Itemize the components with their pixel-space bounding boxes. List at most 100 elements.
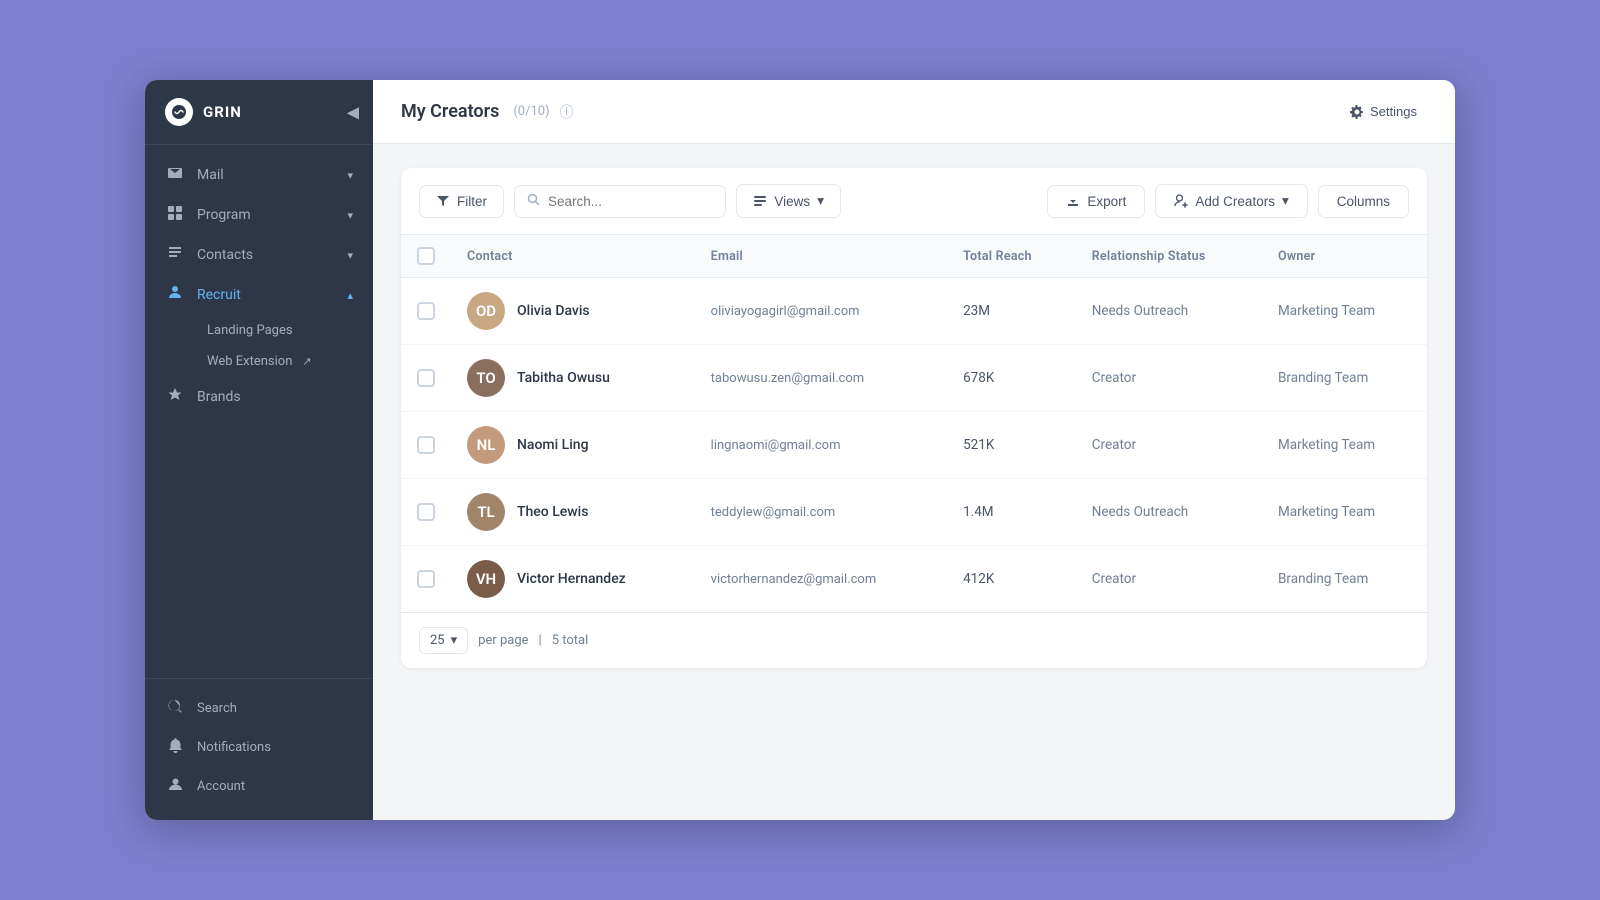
sidebar: GRIN ◀ Mail ▾ Program ▾ — [145, 80, 373, 820]
row-owner-cell: Branding Team — [1262, 546, 1427, 613]
contacts-icon — [165, 245, 185, 265]
avatar: TL — [467, 493, 505, 531]
filter-label: Filter — [457, 194, 487, 209]
row-reach-cell: 678K — [947, 345, 1076, 412]
views-icon — [753, 194, 767, 208]
mail-icon — [165, 165, 185, 185]
reach-value: 1.4M — [963, 504, 994, 520]
sidebar-item-recruit[interactable]: Recruit ▴ — [145, 275, 373, 315]
row-status-cell: Creator — [1076, 546, 1262, 613]
add-creators-button[interactable]: Add Creators ▾ — [1155, 184, 1307, 218]
main-header: My Creators (0/10) ⓘ Settings — [373, 80, 1455, 144]
notifications-icon — [165, 738, 185, 757]
contacts-arrow-icon: ▾ — [347, 249, 353, 262]
views-arrow-icon: ▾ — [817, 193, 824, 209]
row-owner-cell: Branding Team — [1262, 345, 1427, 412]
filter-button[interactable]: Filter — [419, 185, 504, 218]
owner-value: Branding Team — [1278, 571, 1368, 587]
views-button[interactable]: Views ▾ — [736, 184, 841, 218]
pagination-divider: | — [539, 633, 542, 648]
landing-pages-label: Landing Pages — [207, 323, 293, 338]
table-container: Filter Views ▾ — [373, 144, 1455, 820]
sidebar-item-program[interactable]: Program ▾ — [145, 195, 373, 235]
sidebar-account-label: Account — [197, 779, 245, 794]
row-checkbox-4[interactable] — [417, 503, 435, 521]
per-page-select[interactable]: 25 ▾ — [419, 627, 468, 654]
row-email-cell: lingnaomi@gmail.com — [695, 412, 947, 479]
row-status-cell: Needs Outreach — [1076, 479, 1262, 546]
sidebar-item-mail[interactable]: Mail ▾ — [145, 155, 373, 195]
columns-button[interactable]: Columns — [1318, 185, 1409, 218]
row-reach-cell: 1.4M — [947, 479, 1076, 546]
row-email-cell: oliviayogagirl@gmail.com — [695, 278, 947, 345]
email-value: oliviayogagirl@gmail.com — [711, 304, 860, 319]
row-owner-cell: Marketing Team — [1262, 479, 1427, 546]
export-label: Export — [1087, 194, 1126, 209]
sidebar-item-search[interactable]: Search — [145, 689, 373, 728]
status-value: Creator — [1092, 437, 1136, 453]
main-content: My Creators (0/10) ⓘ Settings Filter — [373, 80, 1455, 820]
add-creators-icon — [1174, 194, 1188, 208]
sidebar-item-program-label: Program — [197, 207, 251, 223]
table-row: TO Tabitha Owusu tabowusu.zen@gmail.com … — [401, 345, 1427, 412]
table-row: TL Theo Lewis teddylew@gmail.com 1.4M Ne… — [401, 479, 1427, 546]
sidebar-item-web-extension[interactable]: Web Extension ↗ — [197, 346, 373, 377]
row-checkbox-3[interactable] — [417, 436, 435, 454]
row-checkbox-cell — [401, 412, 451, 479]
program-arrow-icon: ▾ — [347, 209, 353, 222]
table-header-total-reach: Total Reach — [947, 235, 1076, 278]
recruit-icon — [165, 285, 185, 305]
mail-arrow-icon: ▾ — [347, 169, 353, 182]
add-creators-arrow-icon: ▾ — [1282, 193, 1289, 209]
table-header-relationship-status: Relationship Status — [1076, 235, 1262, 278]
row-checkbox-1[interactable] — [417, 302, 435, 320]
contact-name: Victor Hernandez — [517, 571, 626, 587]
table-row: NL Naomi Ling lingnaomi@gmail.com 521K C… — [401, 412, 1427, 479]
status-value: Creator — [1092, 571, 1136, 587]
sidebar-item-contacts[interactable]: Contacts ▾ — [145, 235, 373, 275]
row-owner-cell: Marketing Team — [1262, 278, 1427, 345]
per-page-arrow-icon: ▾ — [451, 633, 458, 648]
sidebar-item-account[interactable]: Account — [145, 767, 373, 806]
search-input[interactable] — [548, 194, 713, 209]
filter-icon — [436, 194, 450, 208]
owner-value: Marketing Team — [1278, 437, 1375, 453]
recruit-arrow-icon: ▴ — [347, 289, 353, 302]
row-checkbox-5[interactable] — [417, 570, 435, 588]
select-all-checkbox[interactable] — [417, 247, 435, 265]
sidebar-collapse-icon[interactable]: ◀ — [347, 103, 359, 122]
export-icon — [1066, 194, 1080, 208]
table-header-checkbox — [401, 235, 451, 278]
avatar: OD — [467, 292, 505, 330]
sidebar-item-landing-pages[interactable]: Landing Pages — [197, 315, 373, 346]
table-header-email: Email — [695, 235, 947, 278]
row-checkbox-2[interactable] — [417, 369, 435, 387]
reach-value: 678K — [963, 370, 994, 386]
settings-button[interactable]: Settings — [1340, 98, 1427, 125]
sidebar-item-notifications[interactable]: Notifications — [145, 728, 373, 767]
row-status-cell: Creator — [1076, 412, 1262, 479]
toolbar: Filter Views ▾ — [401, 168, 1427, 235]
sidebar-item-contacts-label: Contacts — [197, 247, 253, 263]
sidebar-item-brands[interactable]: Brands — [145, 377, 373, 417]
reach-value: 412K — [963, 571, 994, 587]
table-header-contact: Contact — [451, 235, 695, 278]
web-extension-label: Web Extension — [207, 354, 292, 369]
owner-value: Marketing Team — [1278, 504, 1375, 520]
table-row: OD Olivia Davis oliviayogagirl@gmail.com… — [401, 278, 1427, 345]
total-label: 5 total — [552, 633, 589, 648]
status-value: Needs Outreach — [1092, 504, 1188, 520]
row-status-cell: Needs Outreach — [1076, 278, 1262, 345]
columns-label: Columns — [1337, 194, 1390, 209]
row-owner-cell: Marketing Team — [1262, 412, 1427, 479]
page-title: My Creators — [401, 101, 499, 122]
sidebar-item-mail-label: Mail — [197, 167, 224, 183]
grin-logo-icon — [165, 98, 193, 126]
table-header-row: Contact Email Total Reach Relationship S… — [401, 235, 1427, 278]
search-glass-icon — [527, 193, 540, 206]
external-link-icon: ↗ — [302, 355, 311, 368]
row-email-cell: tabowusu.zen@gmail.com — [695, 345, 947, 412]
export-button[interactable]: Export — [1047, 185, 1145, 218]
row-email-cell: teddylew@gmail.com — [695, 479, 947, 546]
info-icon[interactable]: ⓘ — [560, 102, 574, 122]
